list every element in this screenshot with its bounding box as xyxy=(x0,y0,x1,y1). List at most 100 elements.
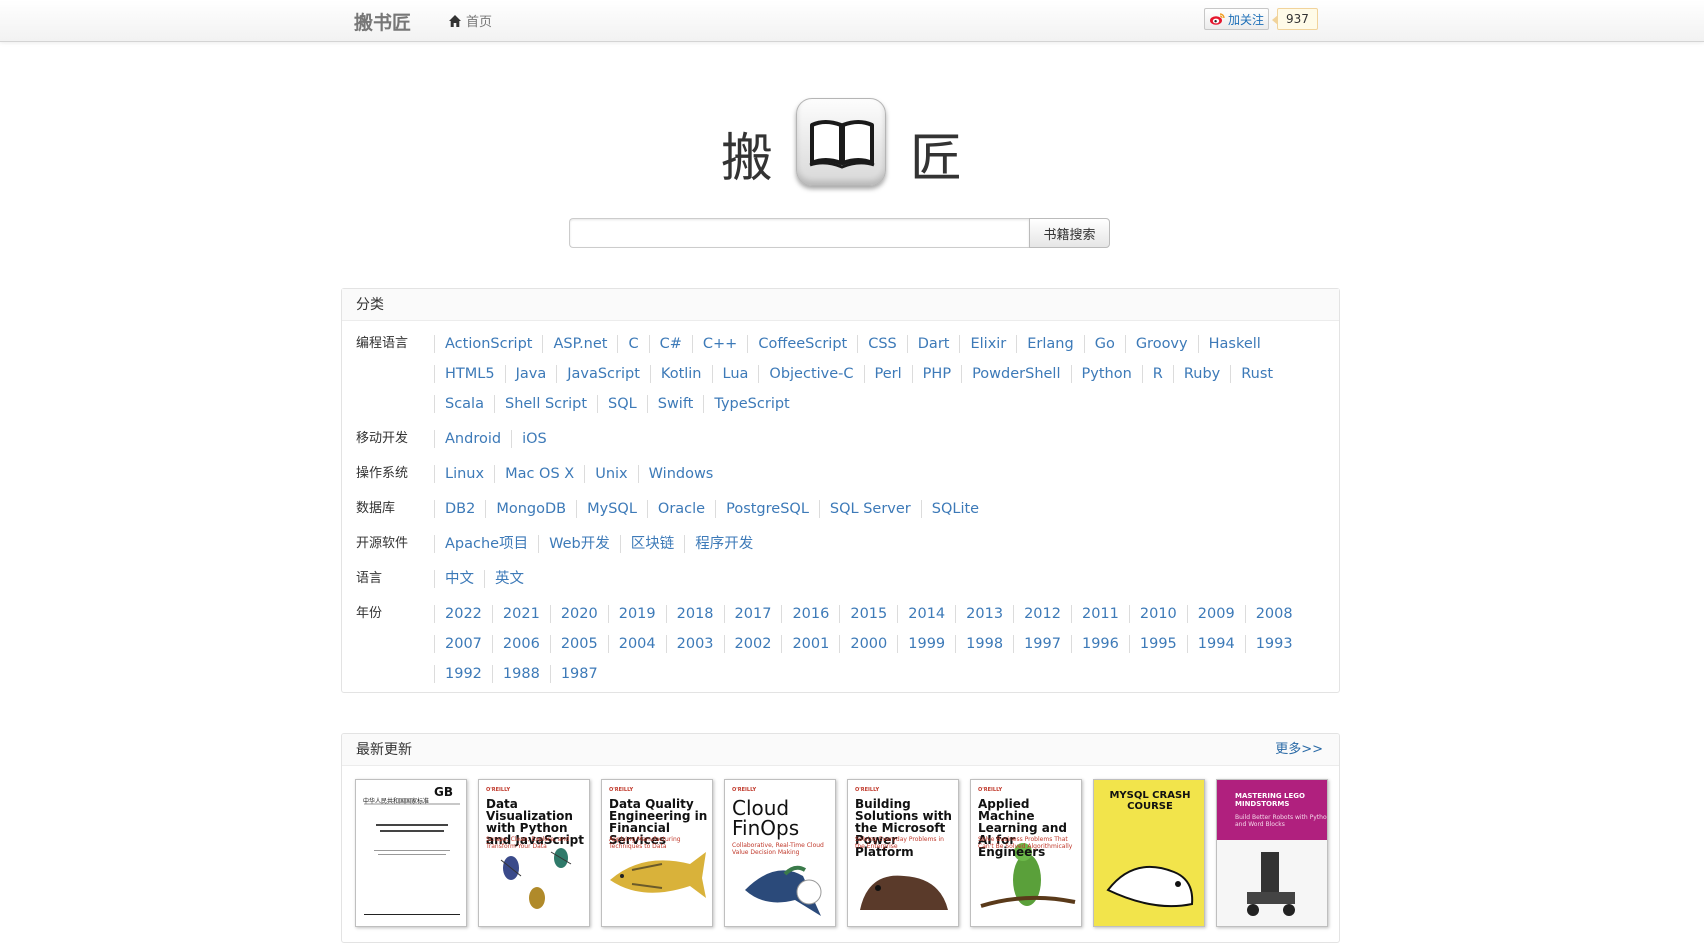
category-link[interactable]: DB2 xyxy=(434,500,485,518)
book-cover[interactable]: O'REILLY Cloud FinOps Collaborative, Real-… xyxy=(724,779,836,927)
category-link[interactable]: 2020 xyxy=(549,605,608,623)
category-link[interactable]: C++ xyxy=(691,335,747,353)
category-link[interactable]: 2004 xyxy=(607,635,666,653)
search-button[interactable]: 书籍搜索 xyxy=(1029,218,1110,248)
category-link[interactable]: SQLite xyxy=(920,500,989,518)
category-link[interactable]: Lua xyxy=(711,365,759,383)
category-link[interactable]: 2019 xyxy=(607,605,666,623)
category-link[interactable]: Haskell xyxy=(1197,335,1271,353)
book-cover[interactable]: O'REILLY Applied Machine Learning and AI … xyxy=(970,779,1082,927)
category-link[interactable]: Ruby xyxy=(1172,365,1230,383)
category-link[interactable]: Rust xyxy=(1230,365,1283,383)
category-link[interactable]: 1992 xyxy=(434,665,492,683)
category-link[interactable]: CoffeeScript xyxy=(747,335,857,353)
category-link[interactable]: MongoDB xyxy=(485,500,576,518)
category-link[interactable]: 1998 xyxy=(955,635,1013,653)
category-link[interactable]: Web开发 xyxy=(538,535,620,553)
category-link[interactable]: 2014 xyxy=(897,605,955,623)
category-link[interactable]: 1987 xyxy=(549,665,608,683)
category-link[interactable]: 1988 xyxy=(491,665,550,683)
category-link[interactable]: ActionScript xyxy=(434,335,542,353)
category-link[interactable]: 2002 xyxy=(723,635,782,653)
category-link[interactable]: PowderShell xyxy=(961,365,1070,383)
more-link[interactable]: 更多>> xyxy=(1275,734,1323,766)
category-link[interactable]: TypeScript xyxy=(703,395,799,413)
category-link[interactable]: 1993 xyxy=(1244,635,1303,653)
category-link[interactable]: Erlang xyxy=(1016,335,1083,353)
category-link[interactable]: Apache项目 xyxy=(434,535,538,553)
category-link[interactable]: HTML5 xyxy=(434,365,505,383)
book-publisher: O'REILLY xyxy=(486,787,511,793)
category-link[interactable]: R xyxy=(1141,365,1173,383)
category-link[interactable]: MySQL xyxy=(576,500,647,518)
category-link[interactable]: Scala xyxy=(434,395,494,413)
category-link[interactable]: 2017 xyxy=(723,605,782,623)
category-link[interactable]: Dart xyxy=(906,335,960,353)
category-link[interactable]: Swift xyxy=(646,395,704,413)
category-link[interactable]: Android xyxy=(434,430,511,448)
category-link[interactable]: 1997 xyxy=(1013,635,1071,653)
book-cover[interactable]: O'REILLY Data Visualization with Python a… xyxy=(478,779,590,927)
category-link[interactable]: 2016 xyxy=(781,605,839,623)
category-link[interactable]: SQL Server xyxy=(818,500,921,518)
book-cover[interactable]: MYSQL CRASH COURSE xyxy=(1093,779,1205,927)
brand-link[interactable]: 搬书匠 xyxy=(354,8,411,35)
book-cover[interactable]: O'REILLY Data Quality Engineering in Fina… xyxy=(601,779,713,927)
category-link[interactable]: Elixir xyxy=(959,335,1016,353)
category-link[interactable]: 2003 xyxy=(665,635,724,653)
weibo-follow-count: 937 xyxy=(1272,8,1318,30)
category-link[interactable]: 2006 xyxy=(491,635,550,653)
category-link[interactable]: Mac OS X xyxy=(494,465,584,483)
category-link[interactable]: Objective-C xyxy=(758,365,863,383)
category-link[interactable]: Unix xyxy=(584,465,637,483)
category-link[interactable]: 2018 xyxy=(665,605,724,623)
category-link[interactable]: 2021 xyxy=(491,605,550,623)
category-link[interactable]: C xyxy=(617,335,648,353)
category-link[interactable]: PostgreSQL xyxy=(715,500,819,518)
category-link[interactable]: Perl xyxy=(863,365,912,383)
category-link[interactable]: 2001 xyxy=(781,635,839,653)
category-link[interactable]: 2010 xyxy=(1128,605,1187,623)
category-link[interactable]: Shell Script xyxy=(493,395,597,413)
category-link[interactable]: JavaScript xyxy=(556,365,650,383)
category-link[interactable]: 程序开发 xyxy=(684,535,763,553)
category-link[interactable]: 1995 xyxy=(1128,635,1187,653)
nav-home-link[interactable]: 首页 xyxy=(448,11,492,30)
category-link[interactable]: 2013 xyxy=(955,605,1013,623)
category-link[interactable]: 1996 xyxy=(1070,635,1129,653)
category-link[interactable]: Oracle xyxy=(646,500,715,518)
category-link[interactable]: 1994 xyxy=(1186,635,1245,653)
category-link[interactable]: 区块链 xyxy=(619,535,685,553)
category-link[interactable]: C# xyxy=(648,335,692,353)
category-link[interactable]: 中文 xyxy=(434,570,484,588)
category-link[interactable]: 英文 xyxy=(484,570,534,588)
category-link[interactable]: 2012 xyxy=(1013,605,1071,623)
category-link[interactable]: 2011 xyxy=(1070,605,1129,623)
category-link[interactable]: Groovy xyxy=(1124,335,1198,353)
book-cover[interactable]: O'REILLY Building Solutions with the Micr… xyxy=(847,779,959,927)
category-link[interactable]: 2000 xyxy=(839,635,897,653)
category-link[interactable]: Linux xyxy=(434,465,494,483)
category-link[interactable]: 2008 xyxy=(1244,605,1303,623)
category-link[interactable]: 1999 xyxy=(897,635,955,653)
category-link[interactable]: 2007 xyxy=(434,635,492,653)
category-link[interactable]: Java xyxy=(504,365,557,383)
search-input[interactable] xyxy=(569,218,1029,248)
category-link[interactable]: Windows xyxy=(637,465,724,483)
book-cover[interactable]: MASTERING LEGO MINDSTORMS Build Better Ro… xyxy=(1216,779,1328,927)
category-link[interactable]: 2015 xyxy=(839,605,897,623)
book-cover[interactable]: GB 中华人民共和国国家标准 xyxy=(355,779,467,927)
book-title: Cloud FinOps xyxy=(732,796,800,840)
category-link[interactable]: 2009 xyxy=(1186,605,1245,623)
category-link[interactable]: Go xyxy=(1083,335,1125,353)
category-link[interactable]: 2005 xyxy=(549,635,608,653)
category-link[interactable]: Python xyxy=(1070,365,1142,383)
category-link[interactable]: iOS xyxy=(511,430,557,448)
weibo-follow-button[interactable]: 加关注 xyxy=(1204,8,1270,30)
category-link[interactable]: CSS xyxy=(857,335,907,353)
category-link[interactable]: SQL xyxy=(597,395,647,413)
category-link[interactable]: PHP xyxy=(911,365,961,383)
category-link[interactable]: ASP.net xyxy=(542,335,617,353)
category-link[interactable]: 2022 xyxy=(434,605,492,623)
category-link[interactable]: Kotlin xyxy=(649,365,712,383)
